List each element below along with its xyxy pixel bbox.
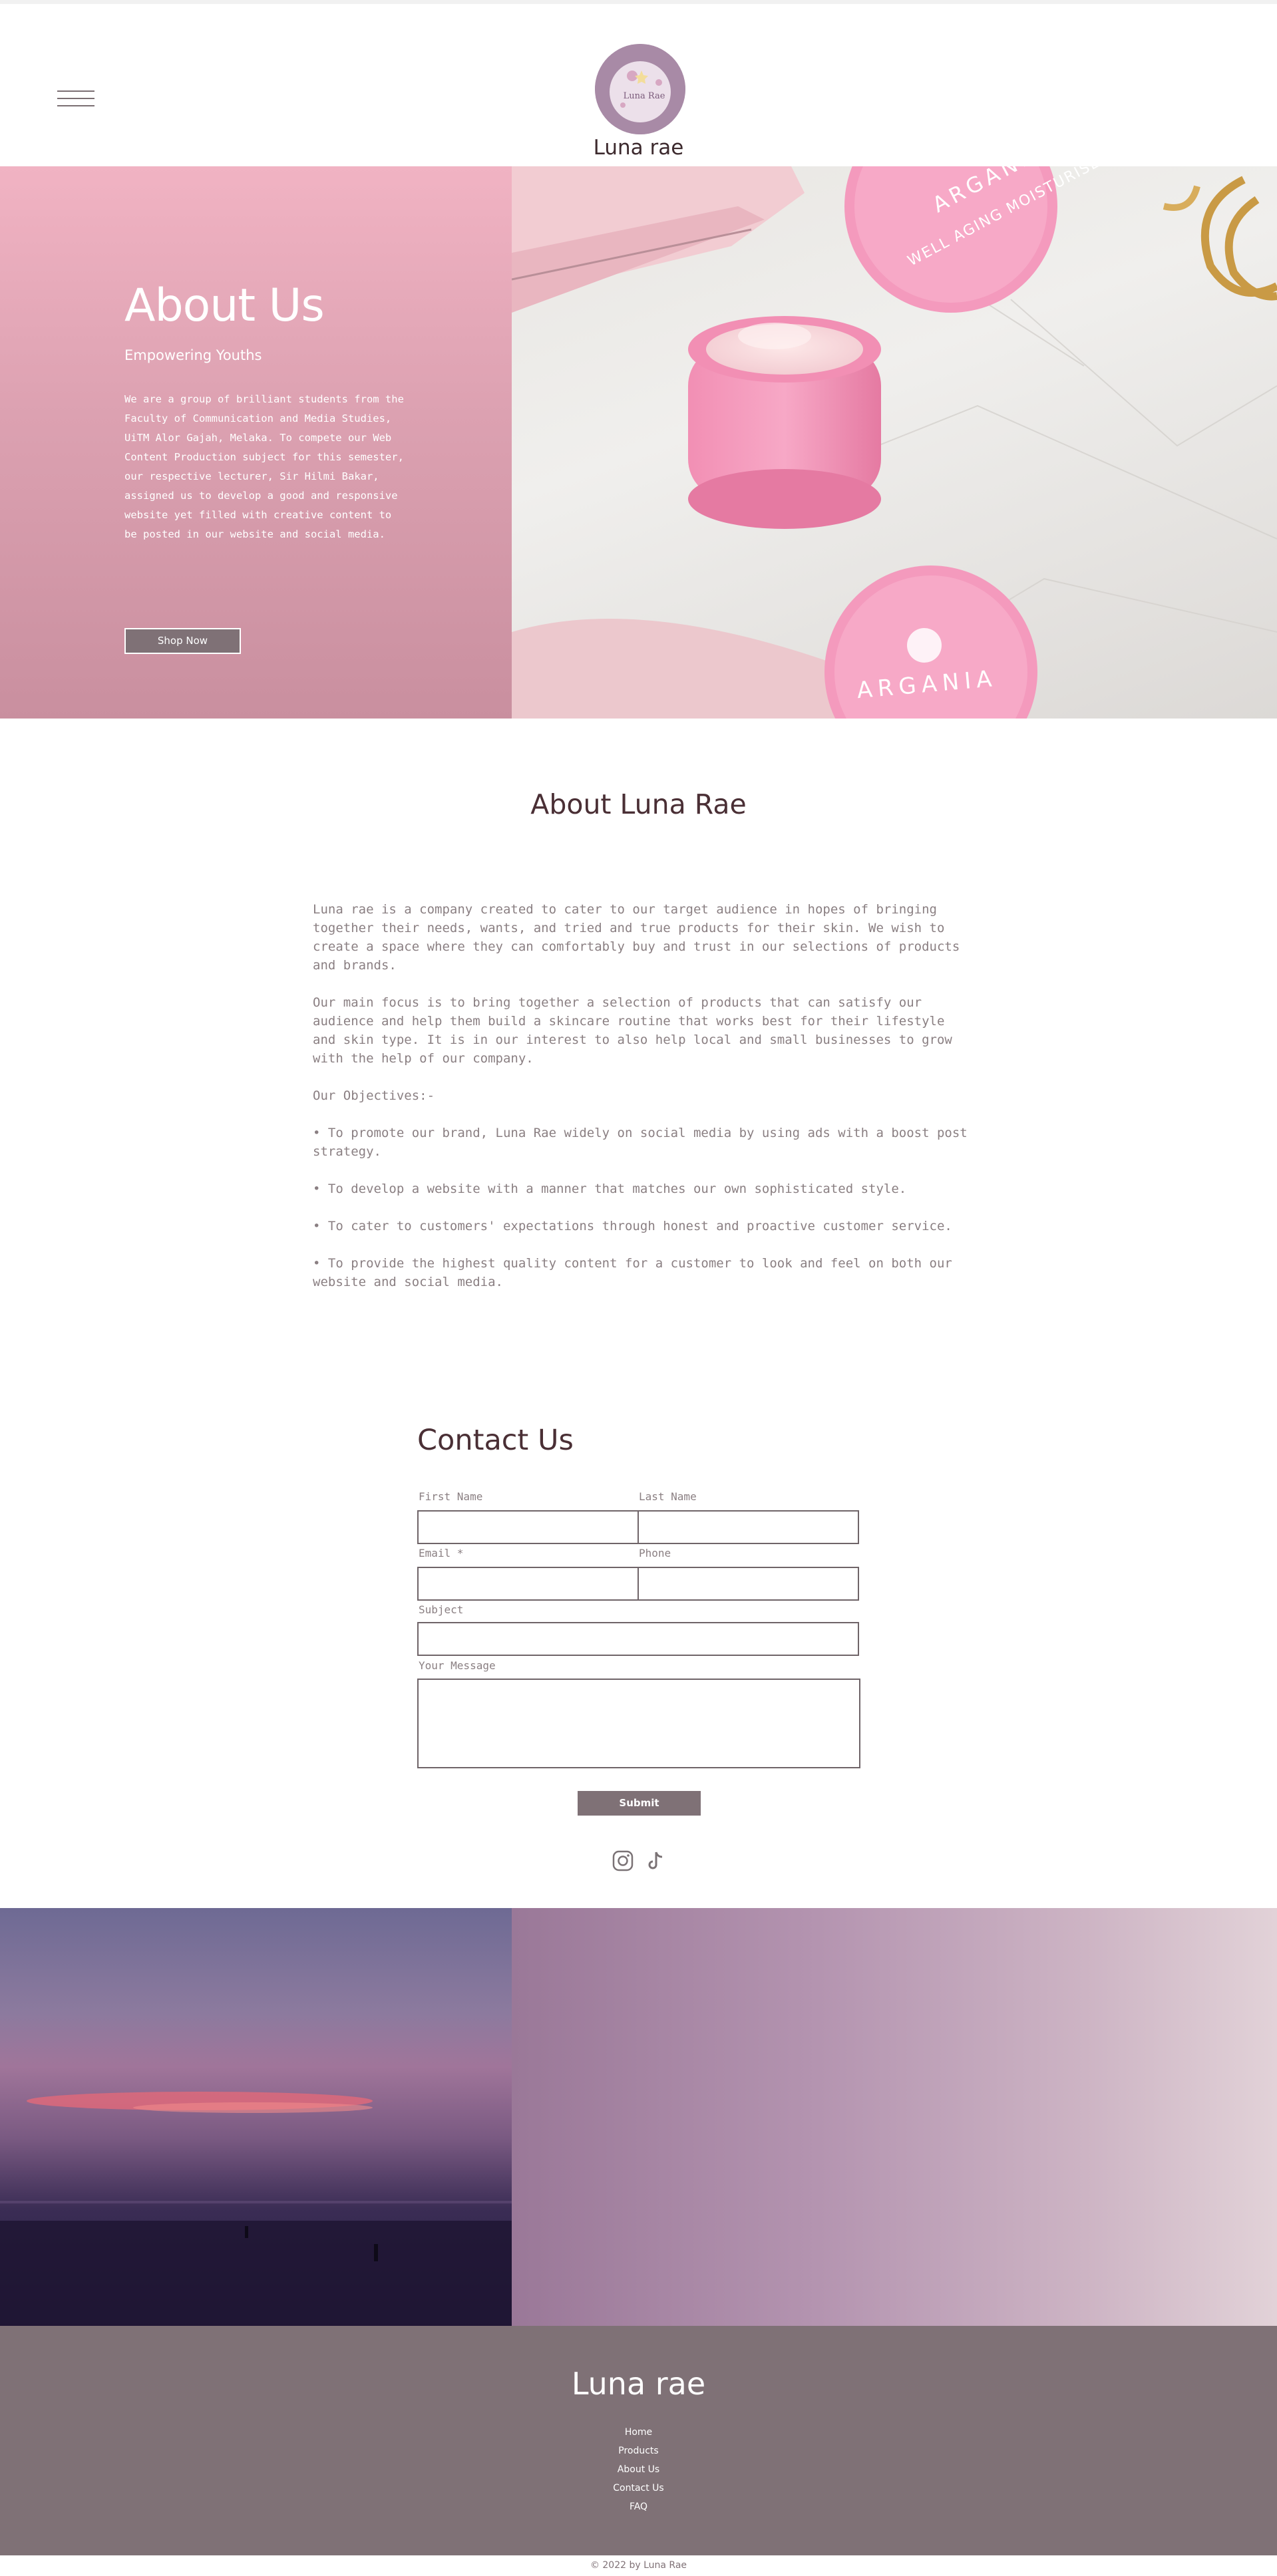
objectives-heading: Our Objectives:- (313, 1088, 435, 1103)
objective-item: • To provide the highest quality content… (313, 1256, 952, 1289)
sunset-beach-image (0, 1908, 512, 2326)
instagram-icon[interactable] (612, 1850, 634, 1872)
footer-nav: Home Products About Us Contact Us FAQ (0, 2423, 1277, 2516)
brand-logo[interactable]: Luna Rae (595, 44, 685, 134)
copyright-text: © 2022 by Luna Rae (0, 2555, 1277, 2576)
objective-item: • To develop a website with a manner tha… (313, 1182, 907, 1196)
subject-label: Subject (419, 1603, 464, 1616)
about-hero-panel: About Us Empowering Youths We are a grou… (0, 166, 512, 719)
site-header: Luna Rae Luna rae (0, 0, 1277, 166)
footer-title: Luna rae (571, 2366, 706, 2402)
hero-body-text: We are a group of brilliant students fro… (124, 393, 404, 540)
contact-title: Contact Us (417, 1424, 574, 1457)
footer-link-about[interactable]: About Us (0, 2460, 1277, 2479)
phone-label: Phone (639, 1547, 671, 1559)
menu-icon[interactable] (57, 90, 94, 110)
message-label: Your Message (419, 1659, 496, 1672)
hero-product-image: ARGANIA WELL AGING MOISTURISER ARGANIA (512, 166, 1277, 719)
shop-now-button[interactable]: Shop Now (124, 628, 241, 654)
email-label: Email * (419, 1547, 464, 1559)
email-field[interactable] (417, 1567, 639, 1601)
about-section-title: About Luna Rae (530, 788, 747, 820)
logo-text: Luna Rae (624, 91, 665, 101)
hero-subtitle: Empowering Youths (124, 347, 262, 363)
message-field[interactable] (417, 1679, 860, 1768)
objective-item: • To cater to customers' expectations th… (313, 1219, 952, 1233)
about-section-text: Luna rae is a company created to cater t… (313, 900, 972, 1310)
submit-button[interactable]: Submit (578, 1791, 701, 1816)
objective-item: • To promote our brand, Luna Rae widely … (313, 1126, 968, 1159)
footer-link-products[interactable]: Products (0, 2442, 1277, 2460)
first-name-label: First Name (419, 1490, 483, 1503)
footer-link-home[interactable]: Home (0, 2423, 1277, 2442)
about-paragraph: Luna rae is a company created to cater t… (313, 902, 960, 973)
footer-link-faq[interactable]: FAQ (0, 2497, 1277, 2516)
last-name-label: Last Name (639, 1490, 697, 1503)
phone-field[interactable] (638, 1567, 859, 1601)
last-name-field[interactable] (638, 1510, 859, 1544)
hero-title: About Us (124, 279, 325, 332)
site-title[interactable]: Luna rae (0, 136, 1277, 160)
gradient-panel (512, 1908, 1277, 2326)
tiktok-icon[interactable] (644, 1850, 667, 1872)
subject-field[interactable] (417, 1622, 859, 1656)
about-paragraph: Our main focus is to bring together a se… (313, 995, 952, 1066)
first-name-field[interactable] (417, 1510, 639, 1544)
footer-link-contact[interactable]: Contact Us (0, 2479, 1277, 2497)
site-footer: Luna rae Home Products About Us Contact … (0, 2326, 1277, 2555)
